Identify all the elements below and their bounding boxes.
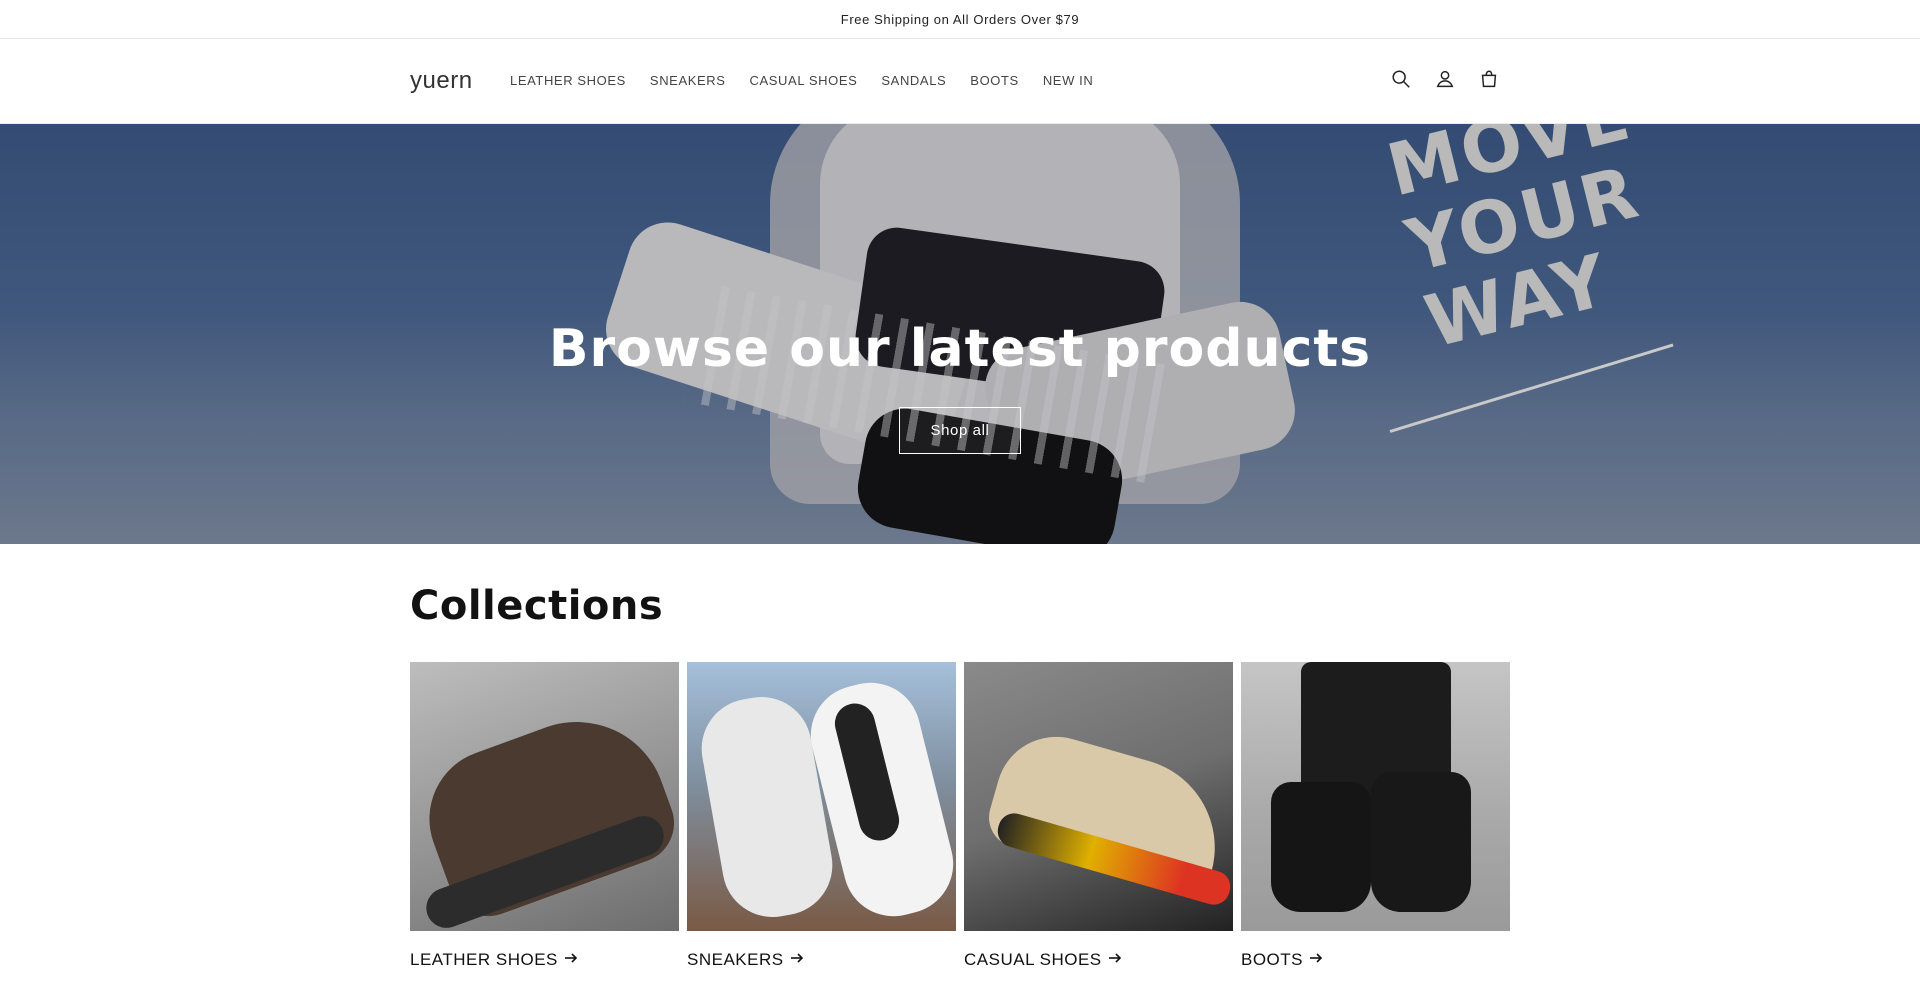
collection-label: LEATHER SHOES — [410, 950, 558, 969]
nav-item-new-in[interactable]: NEW IN — [1043, 73, 1094, 88]
hero-title: Browse our latest products — [548, 319, 1372, 379]
nav-item-leather-shoes[interactable]: LEATHER SHOES — [510, 73, 626, 88]
arrow-right-icon — [564, 950, 578, 970]
collection-card-leather-shoes[interactable]: LEATHER SHOES — [410, 662, 679, 970]
collection-image-leather-shoes[interactable] — [410, 662, 679, 931]
collection-image-casual-shoes[interactable] — [964, 662, 1233, 931]
nav-item-casual-shoes[interactable]: CASUAL SHOES — [750, 73, 858, 88]
collection-link-casual-shoes[interactable]: CASUAL SHOES — [964, 950, 1233, 970]
collection-link-sneakers[interactable]: SNEAKERS — [687, 950, 956, 970]
cart-icon[interactable] — [1477, 67, 1501, 91]
collection-card-casual-shoes[interactable]: CASUAL SHOES — [964, 662, 1233, 970]
nav-item-sneakers[interactable]: SNEAKERS — [650, 73, 726, 88]
collection-link-boots[interactable]: BOOTS — [1241, 950, 1510, 970]
site-header: yuern LEATHER SHOES SNEAKERS CASUAL SHOE… — [0, 39, 1920, 124]
collections-grid: LEATHER SHOES SNEAKERS CASUAL SHOES BOOT… — [410, 662, 1510, 970]
collection-label: CASUAL SHOES — [964, 950, 1102, 969]
header-icons — [1389, 67, 1501, 91]
arrow-right-icon — [790, 950, 804, 970]
announcement-text: Free Shipping on All Orders Over $79 — [840, 11, 1080, 27]
collections-heading: Collections — [410, 583, 664, 629]
collection-card-sneakers[interactable]: SNEAKERS — [687, 662, 956, 970]
arrow-right-icon — [1309, 950, 1323, 970]
hero-banner: MOVE YOUR WAY Browse our latest products… — [0, 124, 1920, 544]
nav-item-sandals[interactable]: SANDALS — [881, 73, 946, 88]
collection-image-boots[interactable] — [1241, 662, 1510, 931]
collection-card-boots[interactable]: BOOTS — [1241, 662, 1510, 970]
collection-label: BOOTS — [1241, 950, 1304, 969]
main-nav: LEATHER SHOES SNEAKERS CASUAL SHOES SAND… — [510, 73, 1117, 88]
account-icon[interactable] — [1433, 67, 1457, 91]
nav-item-boots[interactable]: BOOTS — [970, 73, 1019, 88]
search-icon[interactable] — [1389, 67, 1413, 91]
collection-link-leather-shoes[interactable]: LEATHER SHOES — [410, 950, 679, 970]
store-logo[interactable]: yuern — [410, 67, 473, 95]
collection-label: SNEAKERS — [687, 950, 784, 969]
collection-image-sneakers[interactable] — [687, 662, 956, 931]
announcement-bar: Free Shipping on All Orders Over $79 — [0, 0, 1920, 39]
arrow-right-icon — [1108, 950, 1122, 970]
shop-all-button[interactable]: Shop all — [899, 407, 1021, 454]
